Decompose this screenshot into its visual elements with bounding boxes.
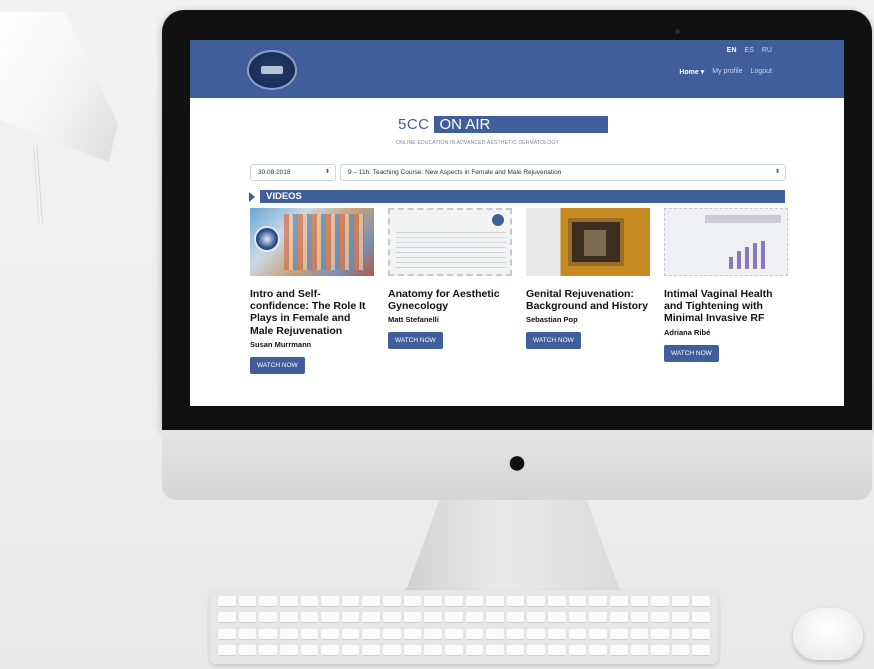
video-speaker: Susan Murrmann [250, 339, 312, 349]
imac-stand [398, 500, 628, 595]
video-speaker: Sebastian Pop [526, 315, 578, 325]
language-en[interactable]: EN [727, 47, 737, 54]
brand-title: 5CC ON AIR [398, 116, 608, 133]
site-header: EN ES RU Home ▾ My profile Logout [190, 40, 844, 98]
session-select-value: 9 – 11h: Teaching Course: New Aspects in… [348, 169, 562, 176]
top-nav: Home ▾ My profile Logout [679, 68, 772, 76]
video-speaker: Matt Stefanelli [388, 315, 439, 325]
watch-now-button[interactable]: WATCH NOW [388, 332, 443, 350]
video-title[interactable]: Anatomy for Aesthetic Gynecology [388, 288, 512, 312]
select-arrow-icon: ⬍ [774, 169, 780, 175]
video-title[interactable]: Intro and Self-confidence: The Role It P… [250, 288, 374, 337]
desk-lamp-arm [33, 144, 43, 224]
video-title[interactable]: Intimal Vaginal Health and Tightening wi… [664, 288, 788, 325]
language-ru[interactable]: RU [762, 47, 772, 54]
desk-lamp-shade [0, 12, 118, 162]
video-card: Intimal Vaginal Health and Tightening wi… [664, 208, 788, 362]
language-switcher: EN ES RU [727, 47, 772, 54]
monitor-screen: EN ES RU Home ▾ My profile Logout 5CC ON… [190, 40, 844, 406]
tagline: ONLINE EDUCATION IN ADVANCED AESTHETIC D… [396, 140, 559, 146]
videos-heading: VIDEOS [260, 190, 785, 203]
brand-prefix: 5CC [398, 116, 430, 133]
brand-main: ON AIR [433, 116, 608, 133]
video-title[interactable]: Genital Rejuvenation: Background and His… [526, 288, 650, 312]
nav-logout[interactable]: Logout [751, 68, 772, 76]
camera-dot [675, 29, 680, 34]
video-thumbnail[interactable] [664, 208, 788, 276]
session-select[interactable]: 9 – 11h: Teaching Course: New Aspects in… [340, 164, 786, 181]
apple-logo-icon: ● [506, 443, 528, 481]
video-thumbnail[interactable] [526, 208, 650, 276]
select-arrow-icon: ⬍ [324, 169, 330, 175]
nav-home[interactable]: Home ▾ [679, 68, 704, 76]
nav-my-profile[interactable]: My profile [712, 68, 742, 76]
video-card: Genital Rejuvenation: Background and His… [526, 208, 650, 350]
keyboard [210, 590, 718, 664]
video-speaker: Adriana Ribé [664, 327, 711, 337]
watch-now-button[interactable]: WATCH NOW [664, 344, 719, 362]
date-select-value: 30.08.2018 [258, 169, 291, 176]
site-logo[interactable] [247, 50, 297, 90]
date-select[interactable]: 30.08.2018 ⬍ [250, 164, 336, 181]
magic-mouse [793, 608, 863, 660]
watch-now-button[interactable]: WATCH NOW [526, 332, 581, 350]
chevron-down-icon: ▾ [700, 69, 705, 76]
video-thumbnail[interactable] [250, 208, 374, 276]
video-card: Intro and Self-confidence: The Role It P… [250, 208, 374, 374]
video-card: Anatomy for Aesthetic Gynecology Matt St… [388, 208, 512, 350]
nav-home-label: Home [679, 69, 699, 76]
video-thumbnail[interactable] [388, 208, 512, 276]
watch-now-button[interactable]: WATCH NOW [250, 356, 305, 374]
caret-right-icon [249, 192, 255, 202]
language-es[interactable]: ES [745, 47, 754, 54]
